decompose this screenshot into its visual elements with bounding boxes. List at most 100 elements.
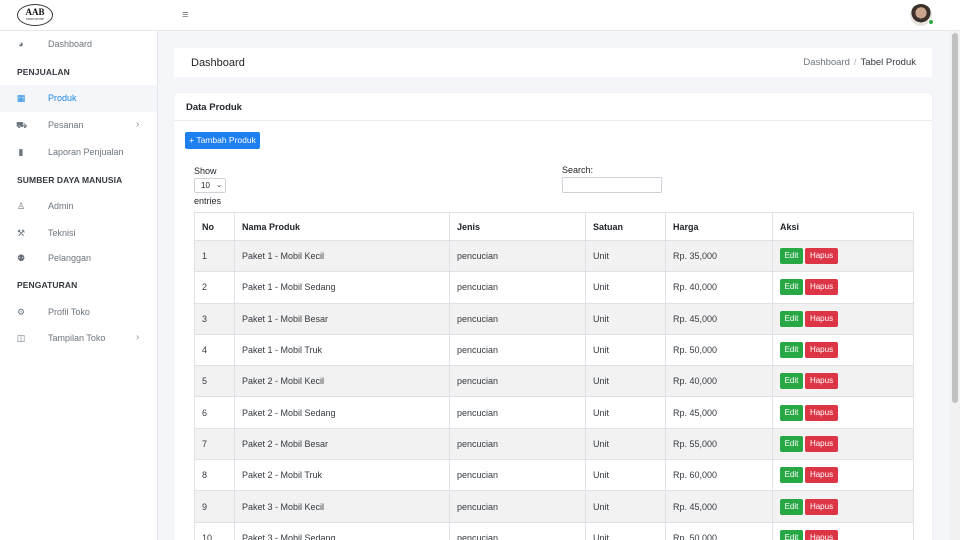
edit-button[interactable]: Edit <box>780 467 803 484</box>
cell-aksi: Edit Hapus <box>772 239 914 273</box>
edit-button[interactable]: Edit <box>780 529 803 540</box>
cell-aksi: Edit Hapus <box>772 521 914 540</box>
edit-button[interactable]: Edit <box>780 248 803 265</box>
cell-satuan: Unit <box>585 490 666 523</box>
layout-icon: ◫ <box>16 333 26 343</box>
cell-no: 2 <box>194 271 235 304</box>
search-input[interactable] <box>562 177 662 193</box>
edit-button[interactable]: Edit <box>780 435 803 452</box>
cell-no: 7 <box>194 427 235 461</box>
column-header-nama-produk[interactable]: Nama Produk <box>234 212 450 241</box>
cell-aksi: Edit Hapus <box>772 271 914 304</box>
gear-icon: ⚙ <box>16 307 26 317</box>
table-row: 6 Paket 2 - Mobil Sedang pencucian Unit Rp. … <box>194 396 914 429</box>
tambah-produk-button[interactable]: + Tambah Produk <box>185 132 260 149</box>
sidebar-item-dashboard[interactable]: ◕ Dashboard <box>0 31 157 58</box>
sidebar-item-pesanan[interactable]: ⛟ Pesanan › <box>0 112 157 139</box>
table-row: 5 Paket 2 - Mobil Kecil pencucian Unit Rp. 4… <box>194 365 914 398</box>
edit-button[interactable]: Edit <box>780 498 803 515</box>
cell-jenis: pencucian <box>449 365 586 398</box>
cell-satuan: Unit <box>585 396 666 429</box>
cell-satuan: Unit <box>585 365 666 398</box>
cell-no: 6 <box>194 396 235 429</box>
table-row: 2 Paket 1 - Mobil Sedang pencucian Unit Rp. … <box>194 271 914 304</box>
user-icon: ♙ <box>16 201 26 211</box>
online-status-dot <box>928 19 934 25</box>
cell-harga: Rp. 40,000 <box>665 271 773 304</box>
cart-icon: ⛟ <box>16 120 28 130</box>
hamburger-menu-icon[interactable]: ≡ <box>182 9 192 21</box>
table-row: 10 Paket 3 - Mobil Sedang pencucian Unit Rp.… <box>194 521 914 540</box>
data-produk-card: Data Produk + Tambah Produk Show 10 ⌄ en… <box>174 93 932 540</box>
column-header-no[interactable]: No <box>194 212 235 241</box>
cell-jenis: pencucian <box>449 490 586 523</box>
entries-select[interactable]: 10 ⌄ <box>194 178 226 193</box>
cell-nama: Paket 1 - Mobil Besar <box>234 302 450 335</box>
sidebar: ◕ Dashboard PENJUALAN ▦ Produk ⛟ Pesanan… <box>0 31 158 540</box>
hapus-button[interactable]: Hapus <box>805 342 838 359</box>
page-title: Dashboard <box>191 57 245 69</box>
sidebar-item-profil-toko[interactable]: ⚙ Profil Toko <box>0 299 157 326</box>
cell-satuan: Unit <box>585 271 666 304</box>
entries-label: entries <box>194 196 222 206</box>
sidebar-item-laporan-penjualan[interactable]: ▮ Laporan Penjualan <box>0 139 157 166</box>
cell-jenis: pencucian <box>449 427 586 461</box>
sidebar-item-produk[interactable]: ▦ Produk <box>0 85 157 112</box>
cell-no: 4 <box>194 333 235 367</box>
table-row: 1 Paket 1 - Mobil Kecil pencucian Unit Rp. 3… <box>194 239 914 273</box>
hapus-button[interactable]: Hapus <box>805 404 838 421</box>
hapus-button[interactable]: Hapus <box>805 248 838 265</box>
table-row: 3 Paket 1 - Mobil Besar pencucian Unit Rp. 4… <box>194 302 914 335</box>
sidebar-item-admin[interactable]: ♙ Admin <box>0 193 157 220</box>
cell-harga: Rp. 45,000 <box>665 396 773 429</box>
hapus-button[interactable]: Hapus <box>805 467 838 484</box>
chevron-right-icon: › <box>136 119 140 130</box>
column-header-satuan[interactable]: Satuan <box>585 212 666 241</box>
cell-no: 9 <box>194 490 235 523</box>
hapus-button[interactable]: Hapus <box>805 498 838 515</box>
breadcrumb-link-dashboard[interactable]: Dashboard <box>803 57 849 68</box>
cell-harga: Rp. 45,000 <box>665 302 773 335</box>
sidebar-item-teknisi[interactable]: ⚒ Teknisi <box>0 220 157 247</box>
grid-icon: ▦ <box>16 93 26 103</box>
cell-aksi: Edit Hapus <box>772 365 914 398</box>
cell-nama: Paket 1 - Mobil Truk <box>234 333 450 367</box>
edit-button[interactable]: Edit <box>780 404 803 421</box>
table-row: 8 Paket 2 - Mobil Truk pencucian Unit Rp. 60… <box>194 459 914 492</box>
hapus-button[interactable]: Hapus <box>805 373 838 390</box>
edit-button[interactable]: Edit <box>780 342 803 359</box>
page-scrollbar[interactable] <box>950 31 960 540</box>
table-header-row: No Nama Produk Jenis Satuan Harga Aksi <box>194 212 914 241</box>
cell-aksi: Edit Hapus <box>772 459 914 492</box>
hapus-button[interactable]: Hapus <box>805 279 838 296</box>
entries-select-value: 10 <box>201 181 210 190</box>
brand-logo[interactable]: AAB SHOESHINE <box>17 4 53 26</box>
edit-button[interactable]: Edit <box>780 279 803 296</box>
sidebar-section-sdm: SUMBER DAYA MANUSIA <box>17 175 123 185</box>
breadcrumb-current: Tabel Produk <box>860 57 916 68</box>
cell-jenis: pencucian <box>449 333 586 367</box>
hapus-button[interactable]: Hapus <box>805 310 838 327</box>
column-header-jenis[interactable]: Jenis <box>449 212 586 241</box>
cell-harga: Rp. 55,000 <box>665 427 773 461</box>
cell-aksi: Edit Hapus <box>772 333 914 367</box>
column-header-aksi[interactable]: Aksi <box>772 212 914 241</box>
cell-nama: Paket 2 - Mobil Besar <box>234 427 450 461</box>
cell-jenis: pencucian <box>449 239 586 273</box>
card-title: Data Produk <box>186 102 242 113</box>
edit-button[interactable]: Edit <box>780 310 803 327</box>
chevron-right-icon: › <box>136 332 140 343</box>
hapus-button[interactable]: Hapus <box>805 435 838 452</box>
scrollbar-thumb[interactable] <box>952 33 958 403</box>
sidebar-item-tampilan-toko[interactable]: ◫ Tampilan Toko › <box>0 325 157 352</box>
column-header-harga[interactable]: Harga <box>665 212 773 241</box>
sidebar-item-pelanggan[interactable]: ⚉ Pelanggan <box>0 245 157 272</box>
cell-harga: Rp. 50,000 <box>665 333 773 367</box>
sidebar-section-penjualan: PENJUALAN <box>17 67 70 77</box>
cell-satuan: Unit <box>585 239 666 273</box>
hapus-button[interactable]: Hapus <box>805 529 838 540</box>
edit-button[interactable]: Edit <box>780 373 803 390</box>
cell-satuan: Unit <box>585 333 666 367</box>
cell-no: 3 <box>194 302 235 335</box>
cell-nama: Paket 2 - Mobil Kecil <box>234 365 450 398</box>
